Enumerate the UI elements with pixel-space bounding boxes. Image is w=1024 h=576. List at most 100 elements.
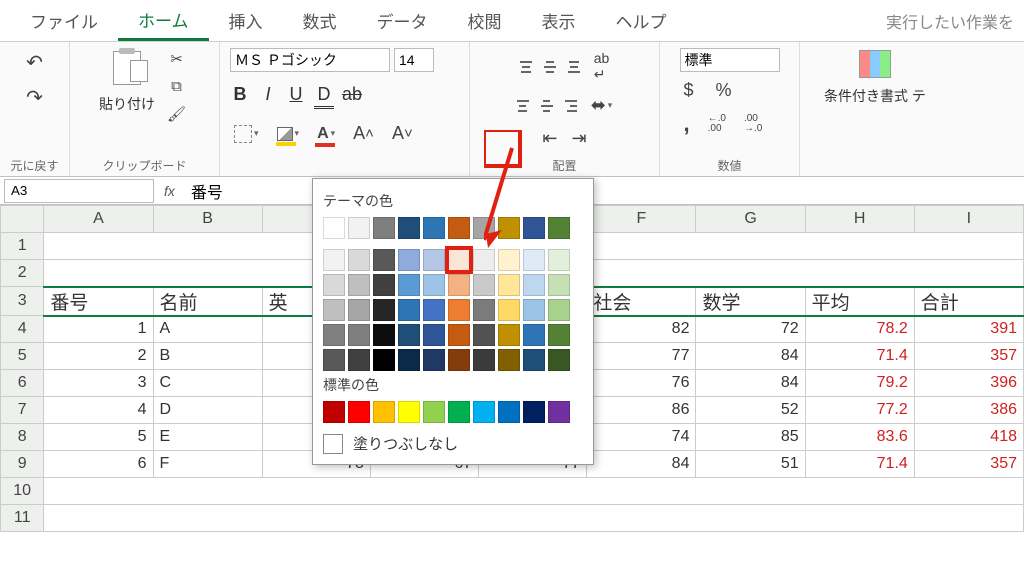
fill-color-button[interactable]: ▾ (273, 125, 304, 143)
row-header[interactable]: 9 (1, 451, 44, 478)
color-swatch[interactable] (348, 249, 370, 271)
redo-button[interactable]: ↷ (22, 83, 47, 112)
cell[interactable]: 85 (696, 424, 805, 451)
row-header[interactable]: 1 (1, 233, 44, 260)
tab-file[interactable]: ファイル (10, 0, 118, 41)
tab-data[interactable]: データ (357, 0, 448, 41)
color-swatch[interactable] (373, 249, 395, 271)
color-swatch[interactable] (498, 299, 520, 321)
cell[interactable]: 71.4 (805, 451, 914, 478)
cell[interactable]: 77 (587, 343, 696, 370)
color-swatch[interactable] (323, 324, 345, 346)
color-swatch[interactable] (548, 249, 570, 271)
cell[interactable]: E (153, 424, 262, 451)
cell[interactable]: 番号 (44, 287, 153, 316)
increase-indent-button[interactable]: ⇥ (568, 126, 591, 151)
color-swatch[interactable] (473, 299, 495, 321)
tab-help[interactable]: ヘルプ (596, 0, 687, 41)
col-header[interactable]: H (805, 206, 914, 233)
cell[interactable]: 合計 (914, 287, 1023, 316)
align-right-button[interactable] (561, 98, 581, 114)
cell[interactable]: 391 (914, 316, 1023, 343)
color-swatch[interactable] (323, 401, 345, 423)
color-swatch[interactable] (523, 249, 545, 271)
color-swatch[interactable] (498, 274, 520, 296)
decrease-font-button[interactable]: A˅ (388, 121, 417, 146)
row-header[interactable]: 6 (1, 370, 44, 397)
color-swatch[interactable] (373, 217, 395, 239)
color-swatch[interactable] (348, 349, 370, 371)
tab-view[interactable]: 表示 (522, 0, 596, 41)
align-middle-button[interactable] (540, 59, 560, 75)
color-swatch[interactable] (348, 217, 370, 239)
color-swatch[interactable] (523, 349, 545, 371)
double-underline-button[interactable]: D (314, 84, 334, 109)
color-swatch[interactable] (448, 217, 470, 239)
font-color-button[interactable]: A▾ (313, 123, 339, 145)
color-swatch[interactable] (448, 299, 470, 321)
color-swatch[interactable] (548, 349, 570, 371)
cell[interactable]: 418 (914, 424, 1023, 451)
cell[interactable]: D (153, 397, 262, 424)
strikethrough-button[interactable]: ab (342, 84, 362, 109)
color-swatch[interactable] (323, 249, 345, 271)
cell[interactable]: 74 (587, 424, 696, 451)
color-swatch[interactable] (548, 274, 570, 296)
color-swatch[interactable] (373, 401, 395, 423)
color-swatch[interactable] (548, 401, 570, 423)
cell[interactable]: 82 (587, 316, 696, 343)
color-swatch[interactable] (473, 249, 495, 271)
cell[interactable]: 78.2 (805, 316, 914, 343)
borders-button[interactable]: ▾ (230, 123, 263, 145)
increase-decimal-button[interactable]: ←.0 .00 (704, 112, 730, 136)
color-swatch[interactable] (423, 249, 445, 271)
color-swatch[interactable] (498, 324, 520, 346)
color-swatch[interactable] (373, 324, 395, 346)
cell[interactable]: 6 (44, 451, 153, 478)
color-swatch[interactable] (548, 324, 570, 346)
color-swatch[interactable] (348, 324, 370, 346)
color-swatch[interactable] (423, 217, 445, 239)
color-swatch[interactable] (323, 274, 345, 296)
font-name-combo[interactable] (230, 48, 390, 72)
cell[interactable]: 4 (44, 397, 153, 424)
cell[interactable] (44, 478, 1024, 505)
color-swatch[interactable] (398, 299, 420, 321)
cell[interactable]: 5 (44, 424, 153, 451)
cell[interactable] (44, 505, 1024, 532)
row-header[interactable]: 10 (1, 478, 44, 505)
color-swatch[interactable] (423, 324, 445, 346)
col-header[interactable]: A (44, 206, 153, 233)
percent-button[interactable]: % (712, 78, 736, 103)
color-swatch[interactable] (498, 249, 520, 271)
color-swatch[interactable] (398, 249, 420, 271)
color-swatch[interactable] (448, 274, 470, 296)
align-bottom-button[interactable] (564, 59, 584, 75)
color-swatch[interactable] (498, 401, 520, 423)
color-swatch[interactable] (398, 274, 420, 296)
color-swatch[interactable] (448, 324, 470, 346)
cell[interactable]: F (153, 451, 262, 478)
color-swatch[interactable] (473, 274, 495, 296)
color-swatch[interactable] (548, 217, 570, 239)
cell[interactable]: 71.4 (805, 343, 914, 370)
tab-formulas[interactable]: 数式 (283, 0, 357, 41)
color-swatch[interactable] (348, 401, 370, 423)
tab-home[interactable]: ホーム (118, 0, 209, 41)
color-swatch[interactable] (523, 274, 545, 296)
cell[interactable]: 386 (914, 397, 1023, 424)
align-center-button[interactable] (537, 98, 557, 114)
color-swatch[interactable] (498, 217, 520, 239)
row-header[interactable]: 2 (1, 260, 44, 287)
cell[interactable]: 84 (696, 343, 805, 370)
color-swatch[interactable] (473, 401, 495, 423)
cell[interactable]: 357 (914, 343, 1023, 370)
cell[interactable]: 77.2 (805, 397, 914, 424)
merge-cells-button[interactable]: ⬌▾ (587, 93, 617, 118)
color-swatch[interactable] (323, 349, 345, 371)
tab-insert[interactable]: 挿入 (209, 0, 283, 41)
currency-button[interactable]: $ (680, 78, 698, 103)
decrease-indent-button[interactable]: ⇤ (538, 126, 561, 151)
color-swatch[interactable] (373, 274, 395, 296)
color-swatch[interactable] (448, 249, 470, 271)
